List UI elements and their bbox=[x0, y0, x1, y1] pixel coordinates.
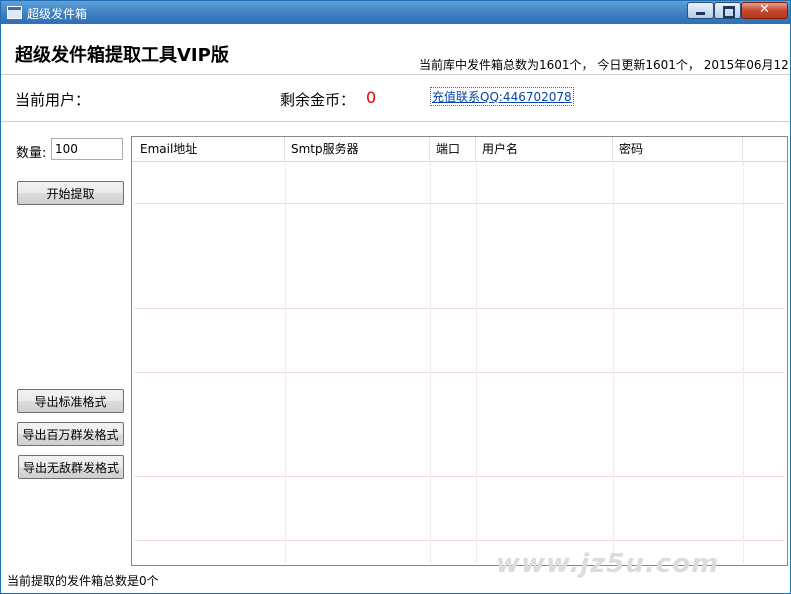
column-separator bbox=[743, 163, 744, 563]
minimize-icon bbox=[696, 12, 705, 15]
export-standard-button[interactable]: 导出标准格式 bbox=[17, 389, 124, 413]
coins-value: 0 bbox=[366, 88, 377, 107]
close-icon: ✕ bbox=[759, 2, 770, 17]
header-panel: 超级发件箱提取工具VIP版 当前库中发件箱总数为1601个， 今日更新1601个… bbox=[1, 24, 790, 75]
export-million-button[interactable]: 导出百万群发格式 bbox=[17, 422, 124, 446]
column-header-username[interactable]: 用户名 bbox=[476, 137, 613, 161]
row-gridline bbox=[134, 203, 785, 204]
row-gridline bbox=[134, 540, 785, 541]
title-bar[interactable]: 超级发件箱 ✕ bbox=[1, 1, 790, 24]
column-separator bbox=[613, 163, 614, 563]
row-gridline bbox=[134, 308, 785, 309]
column-separator bbox=[430, 163, 431, 563]
mailbox-stats: 当前库中发件箱总数为1601个， 今日更新1601个， 2015年06月12日 bbox=[419, 58, 791, 72]
close-button[interactable]: ✕ bbox=[741, 2, 788, 19]
maximize-button[interactable] bbox=[714, 2, 741, 19]
divider bbox=[1, 121, 790, 122]
window-title: 超级发件箱 bbox=[27, 7, 88, 21]
table-header: Email地址 Smtp服务器 端口 用户名 密码 bbox=[132, 137, 787, 162]
column-separator bbox=[285, 163, 286, 563]
column-header-password[interactable]: 密码 bbox=[613, 137, 743, 161]
mailbox-table[interactable]: Email地址 Smtp服务器 端口 用户名 密码 bbox=[131, 136, 788, 566]
quantity-input[interactable] bbox=[51, 138, 123, 160]
row-gridline bbox=[134, 372, 785, 373]
current-user-label: 当前用户： bbox=[15, 91, 91, 109]
column-header-email[interactable]: Email地址 bbox=[134, 137, 285, 161]
recharge-link[interactable]: 充值联系QQ:446702078 bbox=[430, 87, 574, 106]
coins-label: 剩余金币： bbox=[280, 91, 356, 109]
row-gridline bbox=[134, 476, 785, 477]
column-header-smtp[interactable]: Smtp服务器 bbox=[285, 137, 430, 161]
column-header-port[interactable]: 端口 bbox=[430, 137, 476, 161]
start-extract-button[interactable]: 开始提取 bbox=[17, 181, 124, 205]
watermark: www.jz5u.com bbox=[496, 549, 720, 579]
quantity-label: 数量: bbox=[16, 146, 47, 161]
column-separator bbox=[476, 163, 477, 563]
app-title: 超级发件箱提取工具VIP版 bbox=[15, 45, 229, 66]
app-window: 超级发件箱 ✕ 超级发件箱提取工具VIP版 当前库中发件箱总数为1601个， 今… bbox=[0, 0, 791, 594]
minimize-button[interactable] bbox=[687, 2, 714, 19]
status-text: 当前提取的发件箱总数是0个 bbox=[7, 574, 159, 588]
export-wudi-button[interactable]: 导出无敌群发格式 bbox=[18, 455, 124, 479]
app-window-icon bbox=[7, 6, 22, 19]
maximize-icon bbox=[723, 6, 735, 18]
